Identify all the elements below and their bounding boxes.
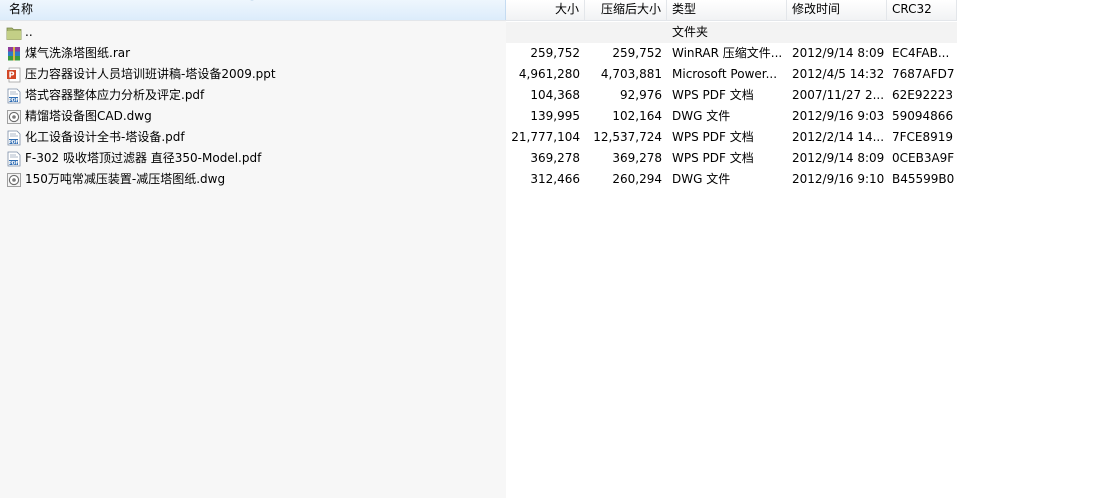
dwg-icon [7,109,21,124]
file-packed-cell: 102,164 [612,109,662,123]
file-packed-cell: 259,752 [612,46,662,60]
file-modified-cell: 2012/4/5 14:32 [792,67,885,81]
file-name: 塔式容器整体应力分析及评定.pdf [25,88,205,102]
file-name-cell: PDF 化工设备设计全书-塔设备.pdf [0,127,506,148]
file-type-cell: Microsoft Power... [672,67,778,81]
file-crc-cell: 0CEB3A9F [892,151,955,165]
file-name-cell: .. [0,22,506,43]
ppt-icon: P [7,67,21,82]
file-crc-cell: 7FCE8919 [892,130,954,144]
file-modified-cell: 2012/9/16 9:10 [792,172,885,186]
file-modified-cell: 2007/11/27 2... [792,88,885,102]
file-packed-cell: 4,703,881 [600,67,662,81]
file-name: 150万吨常减压装置-减压塔图纸.dwg [25,172,226,186]
file-size-cell [506,22,585,43]
column-header-crc[interactable]: CRC32 [887,0,957,20]
file-packed-cell: 260,294 [612,172,662,186]
file-crc-cell: B45599B0 [892,172,955,186]
file-size-cell: 312,466 [530,172,580,186]
file-type-cell: WPS PDF 文档 [672,88,754,102]
file-crc-cell [887,22,957,43]
dwg-icon [7,172,21,187]
column-header-modified[interactable]: 修改时间 [787,0,887,20]
pdf-icon: PDF [7,151,21,166]
file-size-cell: 259,752 [530,46,580,60]
file-row[interactable]: 150万吨常减压装置-减压塔图纸.dwg 312,466 260,294 DWG 文件… [0,169,957,190]
archive-file-list: 名称 大小 压缩后大小 类型 修改时间 CRC32 ˄ .. 文件夹 煤气洗涤塔… [0,0,1116,498]
file-packed-cell: 12,537,724 [593,130,662,144]
file-packed-cell: 92,976 [620,88,662,102]
file-crc-cell: 59094866 [892,109,954,123]
file-modified-cell: 2012/9/14 8:09 [792,46,885,60]
file-size-cell: 21,777,104 [511,130,580,144]
file-row[interactable]: PDF 化工设备设计全书-塔设备.pdf 21,777,104 12,537,724… [0,127,957,148]
file-row[interactable]: PDF F-302 吸收塔顶过滤器 直径350-Model.pdf 369,278… [0,148,957,169]
column-header-bar: 名称 大小 压缩后大小 类型 修改时间 CRC32 [0,0,957,21]
file-size-cell: 104,368 [530,88,580,102]
file-name: 煤气洗涤塔图纸.rar [25,46,131,60]
file-type-cell: WinRAR 压缩文件... [672,46,783,60]
file-packed-cell: 369,278 [612,151,662,165]
file-name: 精馏塔设备图CAD.dwg [25,109,152,123]
file-size-cell: 369,278 [530,151,580,165]
file-size-cell: 139,995 [530,109,580,123]
file-packed-cell [585,22,667,43]
column-header-size[interactable]: 大小 [506,0,585,20]
file-name: 化工设备设计全书-塔设备.pdf [25,130,185,144]
file-name-cell: PDF F-302 吸收塔顶过滤器 直径350-Model.pdf [0,148,506,169]
file-name-cell: PDF 塔式容器整体应力分析及评定.pdf [0,85,506,106]
file-modified-cell: 2012/2/14 14... [792,130,885,144]
file-name-cell: 150万吨常减压装置-减压塔图纸.dwg [0,169,506,190]
sort-ascending-icon: ˄ [250,0,254,7]
file-name-cell: 精馏塔设备图CAD.dwg [0,106,506,127]
file-modified-cell: 2012/9/14 8:09 [792,151,885,165]
file-row[interactable]: P 压力容器设计人员培训班讲稿-塔设备2009.ppt 4,961,280 4,70… [0,64,957,85]
svg-text:PDF: PDF [8,139,18,145]
file-name: 压力容器设计人员培训班讲稿-塔设备2009.ppt [25,67,276,81]
column-header-packed-size[interactable]: 压缩后大小 [585,0,667,20]
file-type-cell: DWG 文件 [672,172,731,186]
file-name: F-302 吸收塔顶过滤器 直径350-Model.pdf [25,151,262,165]
file-crc-cell: 62E92223 [892,88,954,102]
file-modified-cell: 2012/9/16 9:03 [792,109,885,123]
file-type-cell: WPS PDF 文档 [672,151,754,165]
pdf-icon: PDF [7,130,21,145]
file-name-cell: P 压力容器设计人员培训班讲稿-塔设备2009.ppt [0,64,506,85]
file-name-cell: 煤气洗涤塔图纸.rar [0,43,506,64]
file-type-cell: DWG 文件 [672,109,731,123]
file-modified-cell [787,22,887,43]
rar-icon [8,46,20,60]
pdf-icon: PDF [7,88,21,103]
folder-icon [6,27,22,40]
file-row[interactable]: PDF 塔式容器整体应力分析及评定.pdf 104,368 92,976 WPS PD… [0,85,957,106]
file-size-cell: 4,961,280 [518,67,580,81]
file-crc-cell: 7687AFD7 [892,67,955,81]
file-row[interactable]: 煤气洗涤塔图纸.rar 259,752 259,752 WinRAR 压缩文件... 2… [0,43,957,64]
file-row[interactable]: 精馏塔设备图CAD.dwg 139,995 102,164 DWG 文件 2012/9/… [0,106,957,127]
file-name: .. [25,25,33,39]
svg-text:PDF: PDF [8,97,18,103]
svg-text:PDF: PDF [8,160,18,166]
file-type-cell: 文件夹 [672,25,709,39]
svg-text:P: P [9,70,15,79]
file-crc-cell: EC4FAB... [892,46,950,60]
parent-folder-row[interactable]: .. 文件夹 [0,22,957,43]
file-type-cell: WPS PDF 文档 [672,130,754,144]
column-header-type[interactable]: 类型 [667,0,787,20]
